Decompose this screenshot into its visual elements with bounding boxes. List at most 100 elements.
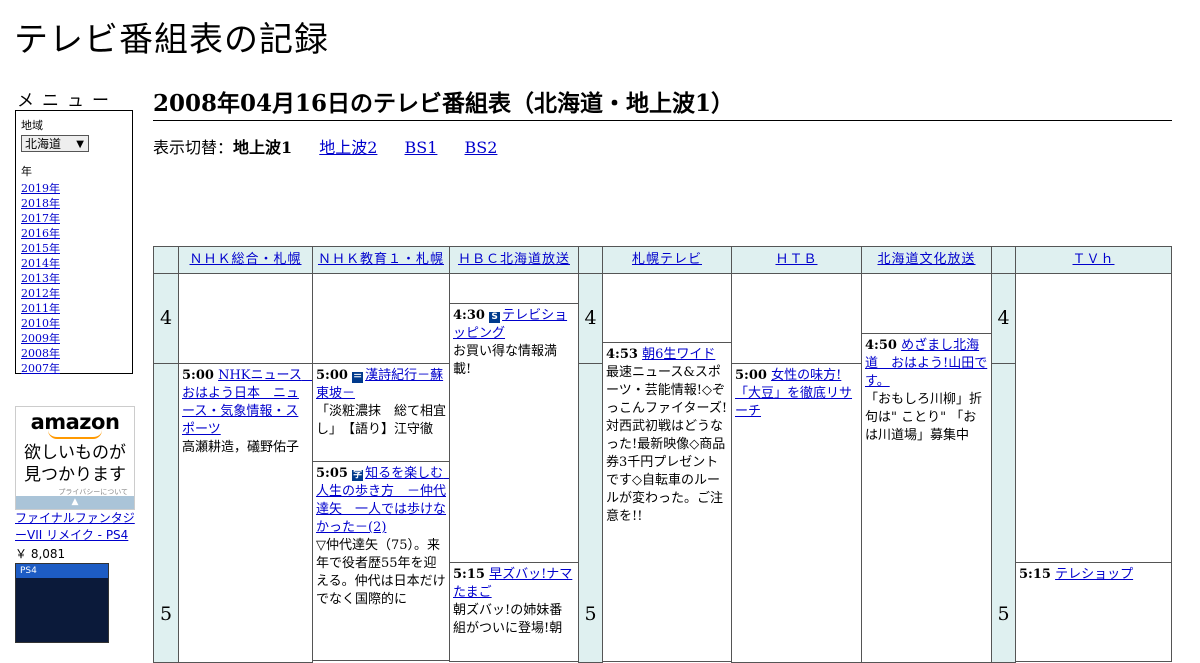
- view-switch-bs1[interactable]: BS1: [405, 138, 438, 157]
- corner-header-right: [991, 246, 1016, 274]
- corner-header-mid: [578, 246, 603, 274]
- program-time: 4:53: [606, 347, 638, 362]
- program-description: 朝ズバッ!の姉妹番組がついに登場!朝: [453, 603, 563, 636]
- program-time: 5:00: [182, 368, 214, 383]
- program-cell: 4:50 めざまし北海道 おはよう!山田です。 「おもしろ川柳」折句は" ことり…: [861, 333, 992, 663]
- channel-header-uhb: 北海道文化放送: [861, 246, 992, 274]
- program-cell: 5:05 字知るを楽しむ 人生の歩き方 －仲代達矢 一人では歩けなかった－(2)…: [312, 461, 450, 661]
- year-link-2007[interactable]: 2007年: [21, 362, 60, 375]
- channel-header-nhk-kyoiku: ＮＨＫ教育１・札幌: [312, 246, 450, 274]
- year-link-2016[interactable]: 2016年: [21, 227, 60, 240]
- program-title-link[interactable]: 朝6生ワイド: [642, 347, 715, 362]
- program-time: 5:00: [735, 368, 767, 383]
- empty-slot: [312, 273, 450, 364]
- region-label: 地域: [21, 119, 43, 132]
- channel-header-tvh: ＴＶｈ: [1015, 246, 1172, 274]
- program-title-link[interactable]: テレショップ: [1055, 567, 1133, 582]
- channel-link-stv[interactable]: 札幌テレビ: [632, 252, 702, 267]
- program-description: 最速ニュース&スポーツ・芸能情報!◇ぞっこんファイターズ!対西武初戦はどうなった…: [606, 365, 728, 524]
- subtitle-mark-icon: 字: [352, 470, 364, 481]
- menu-heading: メニュー: [17, 91, 117, 111]
- empty-slot: [861, 273, 992, 334]
- empty-slot: [1015, 273, 1172, 563]
- year-link-2008[interactable]: 2008年: [21, 347, 60, 360]
- hour-cell-4-left: 4: [153, 273, 179, 364]
- hour-cell-4-right: 4: [991, 273, 1016, 364]
- year-link-2019[interactable]: 2019年: [21, 182, 60, 195]
- view-switch-label: 表示切替：: [153, 138, 234, 157]
- program-time: 4:50: [865, 338, 897, 353]
- channel-link-hbc[interactable]: ＨＢＣ北海道放送: [458, 252, 570, 267]
- program-description: 高瀬耕造，礒野佑子: [182, 440, 300, 455]
- program-cell: 5:15 早ズバッ!ナマたまご 朝ズバッ!の姉妹番組がついに登場!朝: [449, 562, 579, 662]
- ad-tagline-1: 欲しいものが: [24, 443, 126, 463]
- view-switch-current: 地上波1: [233, 138, 293, 157]
- empty-slot: [178, 273, 313, 364]
- view-switch-bs2[interactable]: BS2: [465, 138, 498, 157]
- hour-cell-5-left: 5: [153, 363, 179, 663]
- ad-product-link[interactable]: ファイナルファンタジーVII リメイク - PS4: [15, 510, 137, 544]
- empty-slot: [731, 273, 862, 364]
- view-switch: 表示切替：地上波1 地上波2 BS1 BS2: [153, 134, 519, 158]
- program-time: 5:00: [316, 368, 348, 383]
- program-description: 「おもしろ川柳」折句は" ことり" 「おは川道場」募集中: [865, 392, 983, 443]
- chevron-up-icon: ▲: [71, 497, 79, 507]
- ad-collapse-bar[interactable]: ▲: [16, 496, 134, 509]
- program-time: 5:15: [453, 567, 485, 582]
- view-switch-terrestrial2[interactable]: 地上波2: [319, 138, 377, 157]
- corner-header-left: [153, 246, 179, 274]
- program-grid: ＮＨＫ総合・札幌 ＮＨＫ教育１・札幌 ＨＢＣ北海道放送 札幌テレビ ＨＴＢ 北海…: [153, 246, 1172, 663]
- year-list: 2019年 2018年 2017年 2016年 2015年 2014年 2013…: [21, 181, 127, 376]
- program-cell: 5:15 テレショップ: [1015, 562, 1172, 662]
- ad-product-image[interactable]: PS4: [15, 563, 109, 643]
- channel-header-nhk-sogo: ＮＨＫ総合・札幌: [178, 246, 313, 274]
- region-select[interactable]: 北海道 ▼: [21, 135, 89, 152]
- program-description: 「淡粧濃抹 総て相宜し」 【語り】江守徹: [316, 404, 447, 437]
- program-description: ▽仲代達矢（75）。来年で役者歴55年を迎える。仲代は日本だけでなく国際的に: [316, 538, 446, 607]
- year-link-2010[interactable]: 2010年: [21, 317, 60, 330]
- year-link-2012[interactable]: 2012年: [21, 287, 60, 300]
- program-mark-icon: ＝: [352, 372, 364, 383]
- empty-slot: [602, 273, 732, 343]
- year-link-2017[interactable]: 2017年: [21, 212, 60, 225]
- program-cell: 4:30 S テレビショッピング お買い得な情報満載!: [449, 303, 579, 563]
- program-cell: 5:00 女性の味方!「大豆」を徹底リサーチ: [731, 363, 862, 663]
- program-description: お買い得な情報満載!: [453, 344, 558, 377]
- program-cell: 5:00 NHKニュース おはよう日本 ニュース・気象情報・スポーツ 高瀬耕造，…: [178, 363, 313, 663]
- channel-link-tvh[interactable]: ＴＶｈ: [1072, 252, 1114, 267]
- hour-cell-4-mid: 4: [578, 273, 603, 364]
- menu-box: 地域 北海道 ▼ 年 2019年 2018年 2017年 2016年 2015年…: [15, 110, 133, 376]
- empty-slot: [449, 273, 579, 304]
- year-link-2011[interactable]: 2011年: [21, 302, 60, 315]
- year-link-2013[interactable]: 2013年: [21, 272, 60, 285]
- channel-link-nhk-sogo[interactable]: ＮＨＫ総合・札幌: [189, 252, 301, 267]
- channel-link-uhb[interactable]: 北海道文化放送: [877, 252, 975, 267]
- program-time: 5:15: [1019, 567, 1051, 582]
- site-title: テレビ番組表の記録: [14, 20, 329, 60]
- program-cell: 5:00 ＝漢詩紀行－蘇東坡－ 「淡粧濃抹 総て相宜し」 【語り】江守徹: [312, 363, 450, 462]
- program-mark-icon: S: [489, 312, 501, 323]
- program-time: 5:05: [316, 466, 348, 481]
- amazon-logo: amazon: [30, 410, 120, 434]
- channel-header-hbc: ＨＢＣ北海道放送: [449, 246, 579, 274]
- ad-product-price: ￥ 8,081: [15, 547, 66, 561]
- hour-cell-5-mid: 5: [578, 363, 603, 663]
- year-label: 年: [21, 165, 32, 178]
- year-link-2009[interactable]: 2009年: [21, 332, 60, 345]
- channel-header-stv: 札幌テレビ: [602, 246, 732, 274]
- year-link-2014[interactable]: 2014年: [21, 257, 60, 270]
- chevron-down-icon: ▼: [76, 139, 84, 150]
- channel-link-htb[interactable]: ＨＴＢ: [775, 252, 817, 267]
- amazon-ad-banner[interactable]: amazon 欲しいものが 見つかります プライバシーについて ▲: [15, 406, 135, 510]
- ps4-badge: PS4: [16, 564, 108, 578]
- ad-tagline-2: 見つかります: [24, 465, 126, 485]
- page-title: 2008年04月16日のテレビ番組表（北海道・地上波1）: [153, 84, 1172, 121]
- program-cell: 4:53 朝6生ワイド 最速ニュース&スポーツ・芸能情報!◇ぞっこんファイターズ…: [602, 342, 732, 662]
- channel-link-nhk-kyoiku[interactable]: ＮＨＫ教育１・札幌: [318, 252, 444, 267]
- region-select-value: 北海道: [25, 137, 62, 151]
- hour-cell-5-right: 5: [991, 363, 1016, 663]
- year-link-2015[interactable]: 2015年: [21, 242, 60, 255]
- channel-header-htb: ＨＴＢ: [731, 246, 862, 274]
- year-link-2018[interactable]: 2018年: [21, 197, 60, 210]
- program-time: 4:30: [453, 308, 485, 323]
